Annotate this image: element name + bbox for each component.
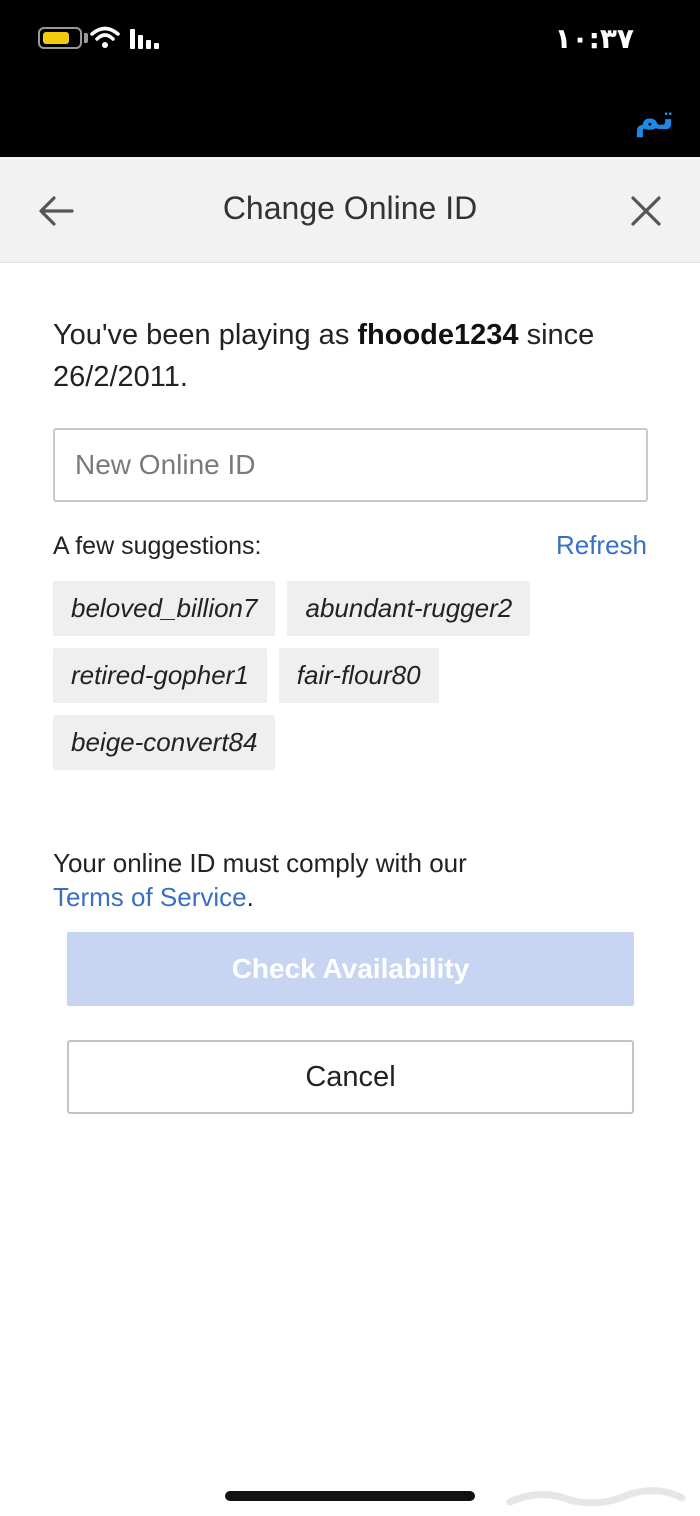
- wifi-icon: [90, 26, 120, 48]
- suggestion-chip[interactable]: retired-gopher1: [53, 648, 267, 703]
- suggestion-chip[interactable]: abundant-rugger2: [287, 581, 531, 636]
- battery-cap: [84, 33, 88, 43]
- current-online-id: fhoode1234: [357, 319, 519, 351]
- battery-level: [43, 32, 69, 44]
- since-date: 26/2/2011.: [53, 361, 188, 393]
- suggestion-chips: beloved_billion7 abundant-rugger2 retire…: [53, 581, 653, 782]
- close-icon: [631, 196, 661, 226]
- status-time: ١٠:٣٧: [554, 22, 634, 55]
- chip-row: beige-convert84: [53, 715, 653, 770]
- suggestion-chip[interactable]: beige-convert84: [53, 715, 276, 770]
- home-indicator[interactable]: [225, 1491, 475, 1501]
- terms-of-service-link[interactable]: Terms of Service: [53, 882, 247, 912]
- battery-icon: [38, 27, 82, 49]
- done-button[interactable]: تم: [635, 98, 674, 138]
- suggestions-label: A few suggestions:: [53, 532, 262, 560]
- chip-row: beloved_billion7 abundant-rugger2: [53, 581, 653, 636]
- refresh-link[interactable]: Refresh: [556, 530, 647, 561]
- watermark-logo: [506, 1487, 686, 1507]
- terms-notice: Your online ID must comply with our Term…: [53, 846, 613, 914]
- terms-text: Your online ID must comply with our: [53, 848, 467, 878]
- header-bar: Change Online ID: [0, 157, 700, 263]
- new-online-id-input[interactable]: [53, 428, 648, 502]
- intro-prefix: You've been playing as: [53, 319, 358, 351]
- page-title: Change Online ID: [222, 190, 478, 226]
- suggestion-chip[interactable]: fair-flour80: [278, 648, 439, 703]
- current-id-message: You've been playing as fhoode1234 since …: [53, 314, 653, 398]
- terms-suffix: .: [246, 882, 254, 912]
- status-bar: ١٠:٣٧ تم: [0, 0, 700, 157]
- cancel-button[interactable]: Cancel: [67, 1040, 634, 1114]
- intro-middle: since: [518, 319, 595, 351]
- chip-row: retired-gopher1 fair-flour80: [53, 648, 653, 703]
- suggestion-chip[interactable]: beloved_billion7: [53, 581, 276, 636]
- signal-icon: [130, 29, 159, 49]
- check-availability-button[interactable]: Check Availability: [67, 932, 634, 1006]
- close-button[interactable]: [620, 185, 672, 237]
